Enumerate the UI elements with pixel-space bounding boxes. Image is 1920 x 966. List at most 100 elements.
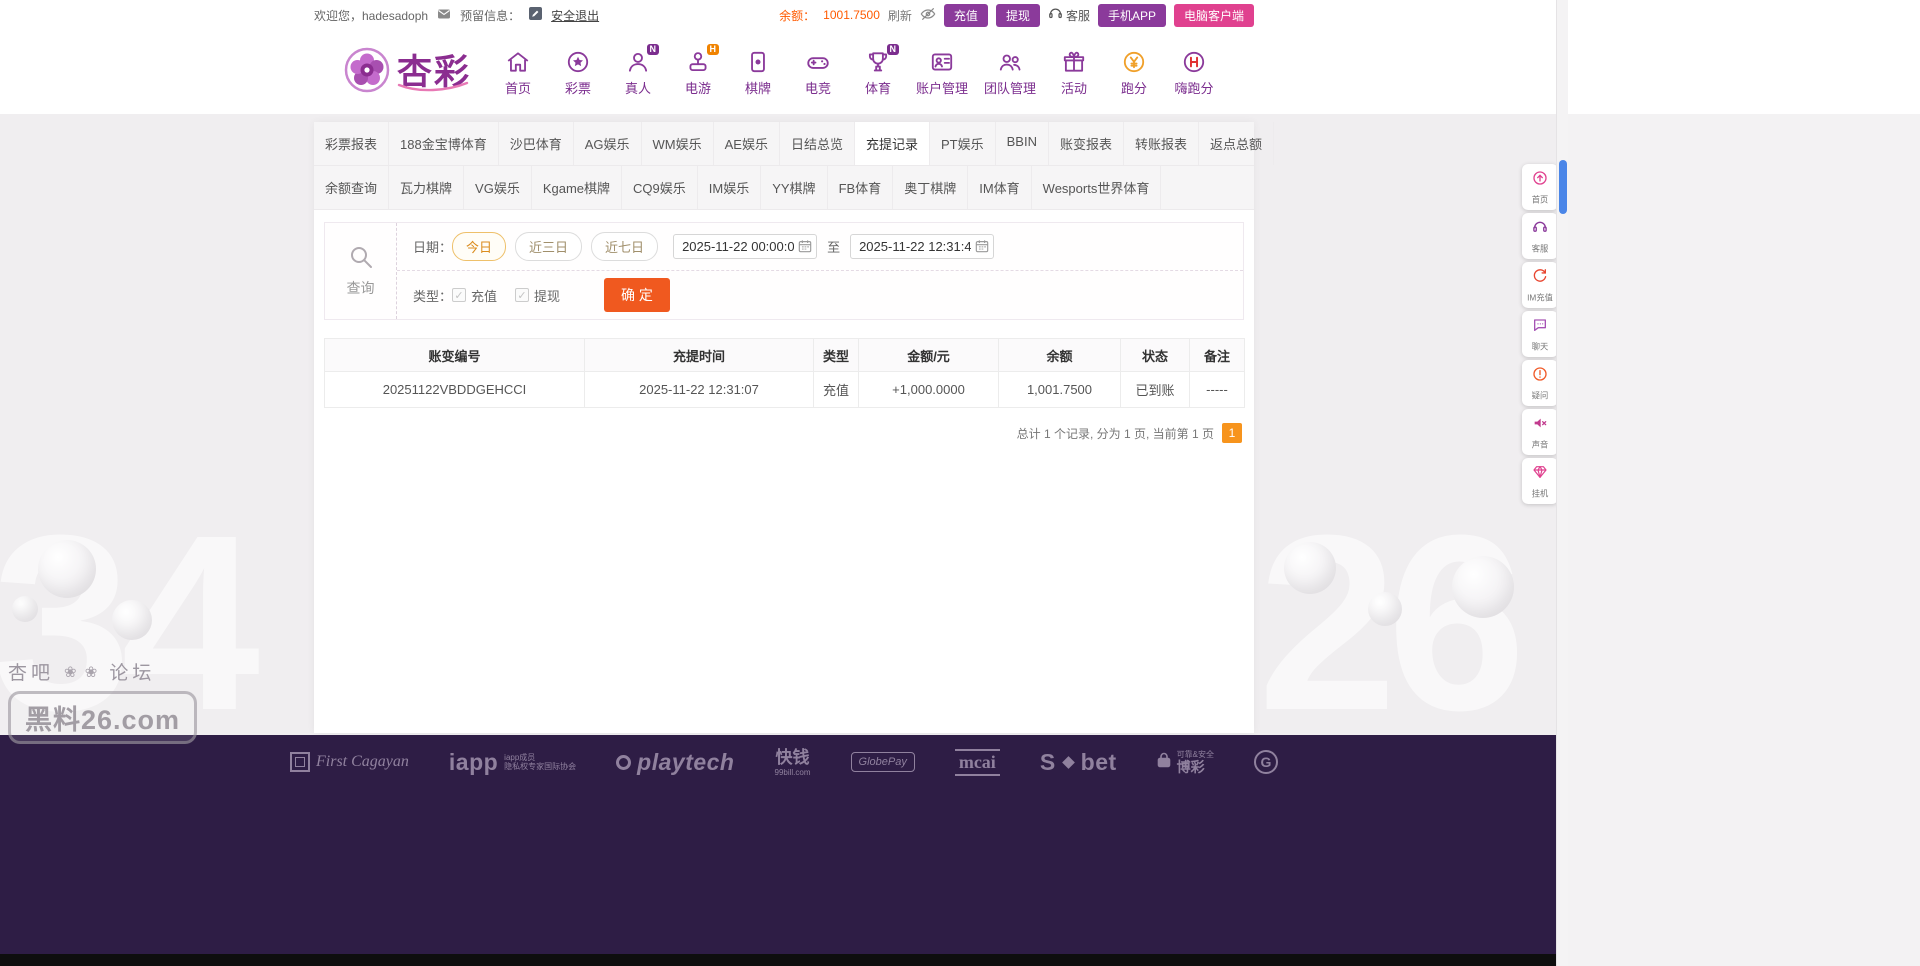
nav-label: 嗨跑分 xyxy=(1174,80,1214,96)
nav-label: 跑分 xyxy=(1121,80,1148,96)
nav-item-activity[interactable]: 活动 xyxy=(1052,48,1096,97)
tool-home[interactable]: 首页 xyxy=(1522,164,1558,210)
headset-icon xyxy=(1048,6,1063,24)
tool-service[interactable]: 客服 xyxy=(1522,213,1558,259)
safe-betting-logo: 可靠&安全 博彩 xyxy=(1157,750,1214,775)
quick-filter-today[interactable]: 今日 xyxy=(452,232,507,261)
tab-transfer-report[interactable]: 转账报表 xyxy=(1124,122,1200,165)
nav-item-egame[interactable]: H 电游 xyxy=(676,43,720,97)
query-label-text: 查询 xyxy=(346,280,375,296)
tab-fb-sports[interactable]: FB体育 xyxy=(828,166,894,209)
quick-filter-7days[interactable]: 近七日 xyxy=(591,232,659,261)
quick-filter-3days[interactable]: 近三日 xyxy=(515,232,583,261)
nav-item-lottery[interactable]: 彩票 xyxy=(556,48,600,97)
logout-link[interactable]: 安全退出 xyxy=(551,7,599,24)
tab-daily-summary[interactable]: 日结总览 xyxy=(780,122,855,165)
nav-item-sports[interactable]: N 体育 xyxy=(856,43,900,97)
vertical-scrollbar[interactable] xyxy=(1556,0,1568,966)
checkbox-deposit[interactable] xyxy=(452,288,467,302)
mobile-app-button[interactable]: 手机APP xyxy=(1097,3,1166,27)
nav-label: 账户管理 xyxy=(916,80,969,96)
mahjong-tile-icon xyxy=(745,48,771,76)
cell-record-remark: ----- xyxy=(1189,371,1245,408)
nav-label: 活动 xyxy=(1061,80,1088,96)
pc-client-button[interactable]: 电脑客户端 xyxy=(1173,3,1254,27)
pagination-summary: 总计 1 个记录, 分为 1 页, 当前第 1 页 xyxy=(1016,426,1214,441)
tool-chat[interactable]: 聊天 xyxy=(1522,311,1558,357)
tab-wm[interactable]: WM娱乐 xyxy=(642,122,714,165)
tab-bbin[interactable]: BBIN xyxy=(996,122,1049,165)
tool-label: 首页 xyxy=(1531,195,1549,205)
tab-im-entertainment[interactable]: IM娱乐 xyxy=(698,166,762,209)
checkbox-withdraw[interactable] xyxy=(515,288,530,302)
tool-sound[interactable]: 声音 xyxy=(1522,409,1558,455)
nav-label: 彩票 xyxy=(565,80,592,96)
gamepad-icon xyxy=(805,48,831,76)
date-from-input[interactable] xyxy=(673,234,818,259)
tab-cq9[interactable]: CQ9娱乐 xyxy=(622,166,698,209)
tab-balance-query[interactable]: 余额查询 xyxy=(314,166,390,209)
coin-yen-icon xyxy=(1121,48,1147,76)
confirm-button[interactable]: 确 定 xyxy=(604,278,670,312)
nav-item-hi-paofen[interactable]: 嗨跑分 xyxy=(1172,48,1216,97)
mail-icon[interactable] xyxy=(437,7,451,24)
date-to-input[interactable] xyxy=(850,234,995,259)
nav-item-chess[interactable]: 棋牌 xyxy=(736,48,780,97)
nav-item-live[interactable]: N 真人 xyxy=(616,43,660,97)
nav-item-home[interactable]: 首页 xyxy=(496,48,540,97)
col-header-status: 状态 xyxy=(1120,338,1190,372)
cell-record-amount: +1,000.0000 xyxy=(858,371,999,408)
tab-im-sports[interactable]: IM体育 xyxy=(968,166,1032,209)
deposit-button[interactable]: 充值 xyxy=(943,3,988,27)
trophy-icon: N xyxy=(865,43,900,76)
joystick-icon: H xyxy=(685,43,720,76)
tab-lottery-report[interactable]: 彩票报表 xyxy=(314,122,390,165)
tab-kgame[interactable]: Kgame棋牌 xyxy=(532,166,623,209)
nav-item-team[interactable]: 团队管理 xyxy=(984,48,1036,97)
exclamation-circle-icon xyxy=(1532,366,1548,387)
tab-wesports[interactable]: Wesports世界体育 xyxy=(1032,166,1162,209)
tab-account-change-report[interactable]: 账变报表 xyxy=(1049,122,1124,165)
tool-question[interactable]: 疑问 xyxy=(1522,360,1558,406)
col-header-time: 充提时间 xyxy=(584,338,814,372)
calendar-icon[interactable] xyxy=(798,239,812,256)
iapp-logo: iapp iapp成员 隐私权专家国际协会 xyxy=(448,748,577,775)
page-1-button[interactable]: 1 xyxy=(1222,423,1242,443)
tab-deposit-withdraw-records[interactable]: 充提记录 xyxy=(855,122,931,165)
outside-desktop-top xyxy=(1568,0,1920,114)
customer-service-link[interactable]: 客服 xyxy=(1048,6,1090,24)
tool-hangup[interactable]: 挂机 xyxy=(1522,458,1558,504)
headset-icon xyxy=(1532,219,1548,240)
edit-icon[interactable] xyxy=(529,7,543,23)
tab-wali-chess[interactable]: 瓦力棋牌 xyxy=(389,166,465,209)
scrollbar-thumb[interactable] xyxy=(1559,160,1567,214)
tab-vg[interactable]: VG娱乐 xyxy=(464,166,532,209)
balance-value: 1001.7500 xyxy=(823,8,880,22)
nav-label: 首页 xyxy=(505,80,532,96)
withdraw-button[interactable]: 提现 xyxy=(995,3,1040,27)
site-logo[interactable]: 杏彩 xyxy=(344,47,471,98)
tab-rebate-total[interactable]: 返点总额 xyxy=(1199,122,1275,165)
home-icon xyxy=(505,48,531,76)
tab-yy-chess[interactable]: YY棋牌 xyxy=(761,166,828,209)
tool-im-recharge[interactable]: IM充值 xyxy=(1522,262,1558,308)
diamond-icon xyxy=(1061,755,1075,769)
nav-item-esports[interactable]: 电竞 xyxy=(796,48,840,97)
tool-label: 疑问 xyxy=(1531,391,1549,401)
tab-pt[interactable]: PT娱乐 xyxy=(930,122,996,165)
tab-saba-sports[interactable]: 沙巴体育 xyxy=(499,122,574,165)
tab-aoding-chess[interactable]: 奥丁棋牌 xyxy=(893,166,969,209)
type-label: 类型： xyxy=(413,288,453,304)
nav-item-paofen[interactable]: 跑分 xyxy=(1112,48,1156,97)
eye-off-icon[interactable] xyxy=(920,6,936,25)
calendar-icon[interactable] xyxy=(975,239,989,256)
bg-ball xyxy=(1368,592,1402,626)
tab-188-sports[interactable]: 188金宝博体育 xyxy=(389,122,499,165)
tab-ae[interactable]: AE娱乐 xyxy=(714,122,780,165)
tab-ag[interactable]: AG娱乐 xyxy=(574,122,642,165)
col-header-balance: 余额 xyxy=(998,338,1121,372)
refresh-link[interactable]: 刷新 xyxy=(888,7,912,24)
lottery-icon xyxy=(565,48,591,76)
globepay-logo: GlobePay xyxy=(850,752,915,773)
nav-item-account[interactable]: 账户管理 xyxy=(916,48,968,97)
